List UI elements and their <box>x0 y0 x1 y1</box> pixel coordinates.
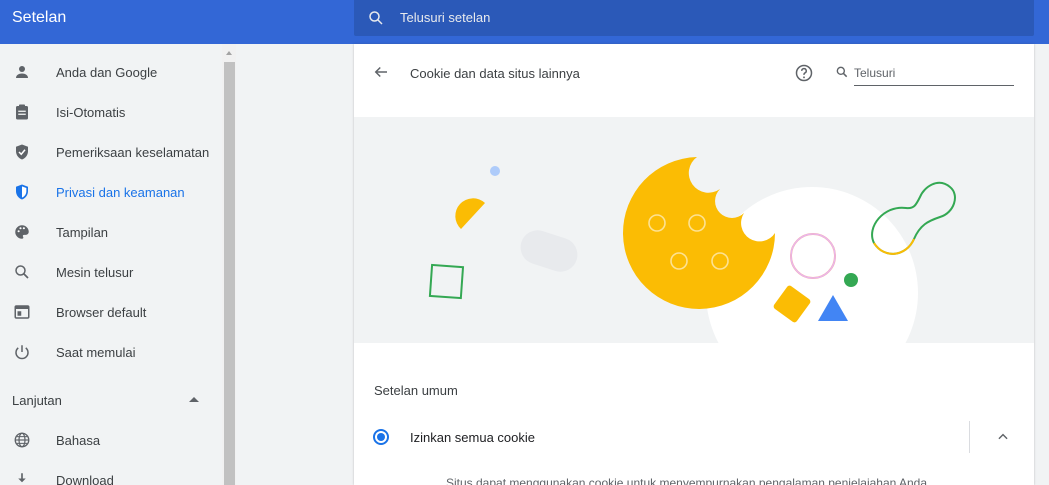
search-icon <box>15 265 29 279</box>
sidebar-item-autofill[interactable]: Isi-Otomatis <box>0 92 222 132</box>
app-title: Setelan <box>12 9 67 26</box>
search-icon <box>369 11 383 25</box>
sidebar-item-safety-check[interactable]: Pemeriksaan keselamatan <box>0 132 222 172</box>
page-search-input[interactable] <box>854 61 1014 86</box>
person-icon <box>16 66 28 78</box>
power-icon <box>15 345 29 360</box>
settings-search-bar[interactable]: Telusuri setelan <box>354 0 1034 36</box>
shield-icon <box>16 184 28 200</box>
sidebar-item-downloads[interactable]: Download <box>0 460 222 485</box>
sidebar-item-languages[interactable]: Bahasa <box>0 420 222 460</box>
back-arrow-icon[interactable] <box>372 63 390 81</box>
help-icon[interactable] <box>794 63 814 83</box>
clipboard-icon <box>16 104 28 120</box>
sidebar-item-label: Download <box>56 473 114 485</box>
search-icon <box>836 66 848 78</box>
allow-all-cookies-label[interactable]: Izinkan semua cookie <box>410 430 535 445</box>
scrollbar-thumb[interactable] <box>224 62 235 485</box>
sidebar-scrollbar[interactable] <box>222 44 236 485</box>
allow-all-cookies-description: Situs dapat menggunakan cookie untuk men… <box>446 476 928 485</box>
cookie-illustration <box>354 117 1034 343</box>
sidebar-item-default-browser[interactable]: Browser default <box>0 292 222 332</box>
browser-icon <box>14 305 30 319</box>
caret-up-icon[interactable] <box>189 397 199 402</box>
sidebar-item-privacy[interactable]: Privasi dan keamanan <box>0 172 222 212</box>
allow-all-cookies-radio[interactable] <box>373 429 389 445</box>
download-icon <box>18 473 26 483</box>
sidebar-item-label: Pemeriksaan keselamatan <box>56 145 210 160</box>
sidebar-item-label: Saat memulai <box>56 345 136 360</box>
sidebar-item-appearance[interactable]: Tampilan <box>0 212 222 252</box>
sidebar-item-label: Anda dan Google <box>56 65 158 80</box>
divider <box>969 421 970 453</box>
sidebar: Anda dan Google Isi-Otomatis Pemeriksaan… <box>0 44 222 485</box>
scroll-up-arrow-icon[interactable] <box>226 51 232 55</box>
sidebar-item-label: Isi-Otomatis <box>56 105 126 120</box>
sidebar-item-label: Browser default <box>56 305 147 320</box>
top-bar: Setelan Telusuri setelan <box>0 0 1049 44</box>
shield-check-icon <box>16 144 28 160</box>
sidebar-item-you-and-google[interactable]: Anda dan Google <box>0 52 222 92</box>
sidebar-item-label: Tampilan <box>56 225 109 240</box>
sidebar-item-search-engine[interactable]: Mesin telusur <box>0 252 222 292</box>
cookie-illustration-graphic <box>428 157 956 343</box>
sidebar-item-label: Privasi dan keamanan <box>56 185 185 200</box>
sidebar-item-on-startup[interactable]: Saat memulai <box>0 332 222 372</box>
sidebar-item-label: Bahasa <box>56 433 101 448</box>
chevron-up-icon[interactable] <box>996 430 1010 444</box>
cookies-settings-card: Cookie dan data situs lainnya Telusuri S… <box>354 44 1034 485</box>
palette-icon <box>15 225 29 239</box>
sidebar-item-label: Mesin telusur <box>56 265 134 280</box>
general-settings-title: Setelan umum <box>374 383 458 398</box>
advanced-section-title[interactable]: Lanjutan <box>12 393 62 408</box>
page-title: Cookie dan data situs lainnya <box>410 66 580 81</box>
settings-search-placeholder[interactable]: Telusuri setelan <box>400 10 490 25</box>
globe-icon <box>14 432 30 448</box>
cookie-small-icon <box>412 480 426 485</box>
